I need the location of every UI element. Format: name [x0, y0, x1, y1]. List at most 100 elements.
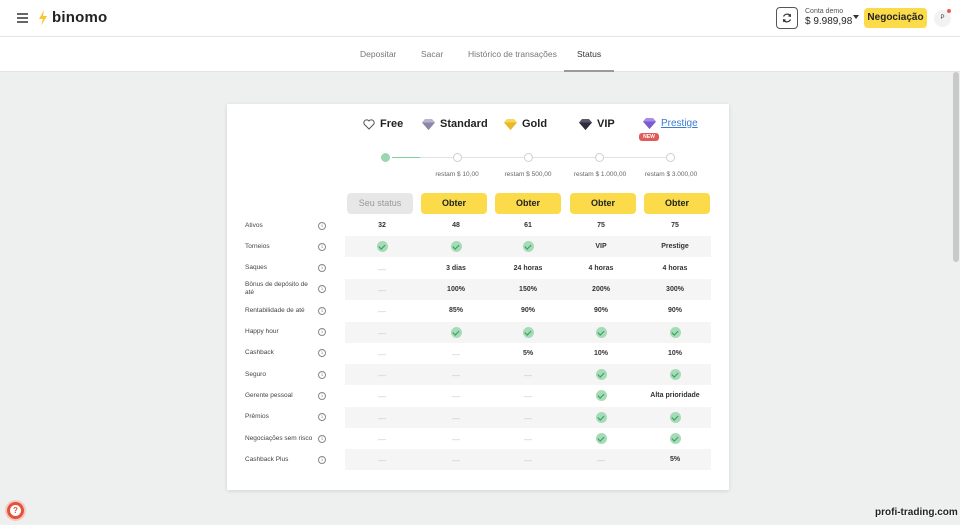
row-label: Torneios — [245, 242, 270, 250]
logo[interactable]: binomo — [38, 9, 107, 26]
check-icon — [419, 326, 493, 338]
get-prestige-button[interactable]: Obter — [644, 193, 710, 214]
check-icon — [669, 369, 681, 381]
check-icon — [376, 241, 388, 253]
progress-step-prestige — [666, 153, 675, 162]
row-label: Gerente pessoal — [245, 391, 293, 399]
table-cell: — — [378, 392, 386, 402]
row-label: Rentabilidade de até — [245, 306, 305, 314]
menu-icon[interactable] — [17, 13, 28, 23]
info-icon[interactable]: i — [318, 370, 326, 379]
table-cell: 32 — [378, 222, 386, 229]
info-icon[interactable]: i — [318, 391, 326, 400]
refresh-icon — [782, 13, 792, 23]
progress-line — [420, 157, 453, 158]
table-cell: 4 horas — [662, 264, 688, 272]
check-icon — [491, 326, 565, 338]
get-gold-button[interactable]: Obter — [495, 193, 561, 214]
diamond-gold-icon — [504, 118, 517, 130]
new-badge: NEW — [639, 133, 659, 141]
active-tab-indicator — [564, 70, 614, 72]
tab-transaction-history[interactable]: Histórico de transações — [468, 49, 557, 59]
check-icon — [638, 433, 712, 444]
tier-header-prestige[interactable]: Prestige — [643, 118, 698, 129]
diamond-dark-icon — [579, 118, 592, 130]
table-cell: — — [452, 349, 460, 359]
progress-line — [462, 157, 524, 158]
prestige-link[interactable]: Prestige — [661, 118, 698, 129]
table-cell: — — [378, 349, 386, 359]
table-cell: — — [524, 456, 532, 466]
table-cell: — — [378, 285, 386, 295]
tab-deposit[interactable]: Depositar — [360, 49, 396, 59]
tier-name: VIP — [597, 118, 615, 130]
table-cell: 10% — [593, 349, 608, 357]
table-cell: 75 — [597, 222, 605, 229]
notification-dot — [947, 9, 951, 13]
info-icon[interactable]: i — [318, 221, 326, 230]
account-label: Conta demo — [805, 8, 844, 15]
table-cell: 90% — [593, 307, 608, 315]
check-icon — [595, 433, 607, 444]
info-icon[interactable]: i — [318, 242, 326, 251]
progress-step-gold — [524, 153, 533, 162]
row-label: Bônus de depósito de até — [245, 281, 308, 297]
table-cell: — — [378, 456, 386, 466]
check-icon — [564, 411, 638, 423]
table-cell: 300% — [666, 285, 684, 293]
row-label: Negociações sem risco — [245, 434, 313, 442]
switch-account-button[interactable] — [776, 7, 798, 29]
brand-name: binomo — [52, 9, 108, 26]
info-icon[interactable]: i — [318, 328, 326, 336]
table-cell: 5% — [522, 349, 534, 357]
table-cell: — — [378, 307, 386, 317]
check-icon — [450, 326, 462, 338]
info-icon[interactable]: i — [318, 306, 326, 315]
check-icon — [345, 241, 419, 253]
table-cell: — — [597, 456, 605, 466]
progress-line — [604, 157, 666, 158]
table-cell: — — [452, 435, 460, 444]
progress-step-free — [381, 153, 390, 162]
check-icon — [419, 241, 493, 253]
check-icon — [564, 433, 638, 444]
check-icon — [564, 369, 638, 381]
top-bar: binomo Conta demo $ 9.989,98 Negociação … — [0, 0, 960, 37]
tier-header-standard: Standard — [422, 118, 488, 130]
check-icon — [595, 326, 607, 338]
table-cell: 90% — [520, 307, 535, 315]
trade-button[interactable]: Negociação — [864, 8, 927, 28]
help-button[interactable]: ? — [5, 500, 26, 521]
tier-header-vip: VIP — [579, 118, 615, 130]
check-icon — [564, 326, 638, 338]
table-cell: 100% — [447, 285, 465, 293]
table-cell: Alta prioridade — [650, 392, 700, 400]
check-icon — [522, 326, 534, 338]
info-icon[interactable]: i — [318, 455, 326, 464]
row-label: Saques — [245, 264, 268, 272]
get-vip-button[interactable]: Obter — [570, 193, 636, 214]
table-cell: — — [452, 392, 460, 402]
table-cell: — — [524, 392, 532, 402]
current-status-button: Seu status — [347, 193, 413, 214]
remaining-gold: restam $ 500,00 — [504, 171, 552, 178]
account-switcher[interactable]: Conta demo $ 9.989,98 — [805, 8, 852, 27]
table-cell: Prestige — [661, 243, 689, 251]
table-cell: 24 horas — [513, 264, 543, 272]
table-cell: — — [378, 328, 386, 338]
chevron-down-icon[interactable] — [853, 15, 859, 19]
diamond-purple-icon — [643, 118, 656, 129]
question-icon: ? — [10, 505, 21, 516]
row-label: Prêmios — [245, 413, 269, 421]
table-cell: — — [452, 456, 460, 466]
scrollbar[interactable] — [953, 72, 959, 262]
progress-step-standard — [453, 153, 462, 162]
tab-withdraw[interactable]: Sacar — [421, 49, 443, 59]
info-icon[interactable]: i — [318, 434, 326, 443]
remaining-prestige: restam $ 3.000,00 — [644, 171, 698, 178]
check-icon — [450, 241, 462, 253]
tab-status[interactable]: Status — [577, 49, 601, 59]
get-standard-button[interactable]: Obter — [421, 193, 487, 214]
cashier-tabs: Depositar Sacar Histórico de transações … — [0, 37, 960, 72]
table-cell: — — [452, 413, 460, 423]
